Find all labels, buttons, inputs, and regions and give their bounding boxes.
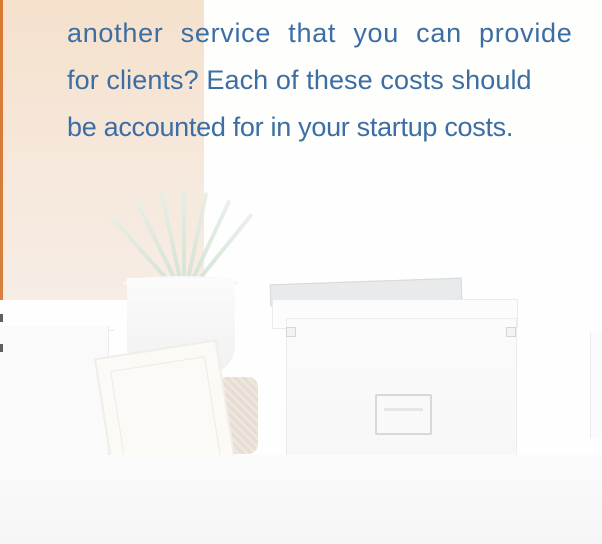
right-storage-box xyxy=(590,332,602,438)
white-storage-box xyxy=(286,318,517,457)
left-marker-bottom xyxy=(0,344,3,352)
left-storage-box xyxy=(0,326,109,468)
left-marker-top xyxy=(0,314,3,322)
storage-box-label-holder xyxy=(375,394,432,435)
body-text-line-3: be accounted for in your startup costs. xyxy=(67,112,514,142)
storage-box-corner xyxy=(286,327,296,337)
desk-surface xyxy=(0,455,602,544)
orange-edge-accent xyxy=(0,0,3,300)
storage-box-corner xyxy=(506,327,516,337)
body-text-line-2: for clients? Each of these costs should xyxy=(67,65,532,95)
body-text: another service that you can provide for… xyxy=(67,10,602,151)
body-text-line-1: another service that you can provide xyxy=(67,18,573,48)
